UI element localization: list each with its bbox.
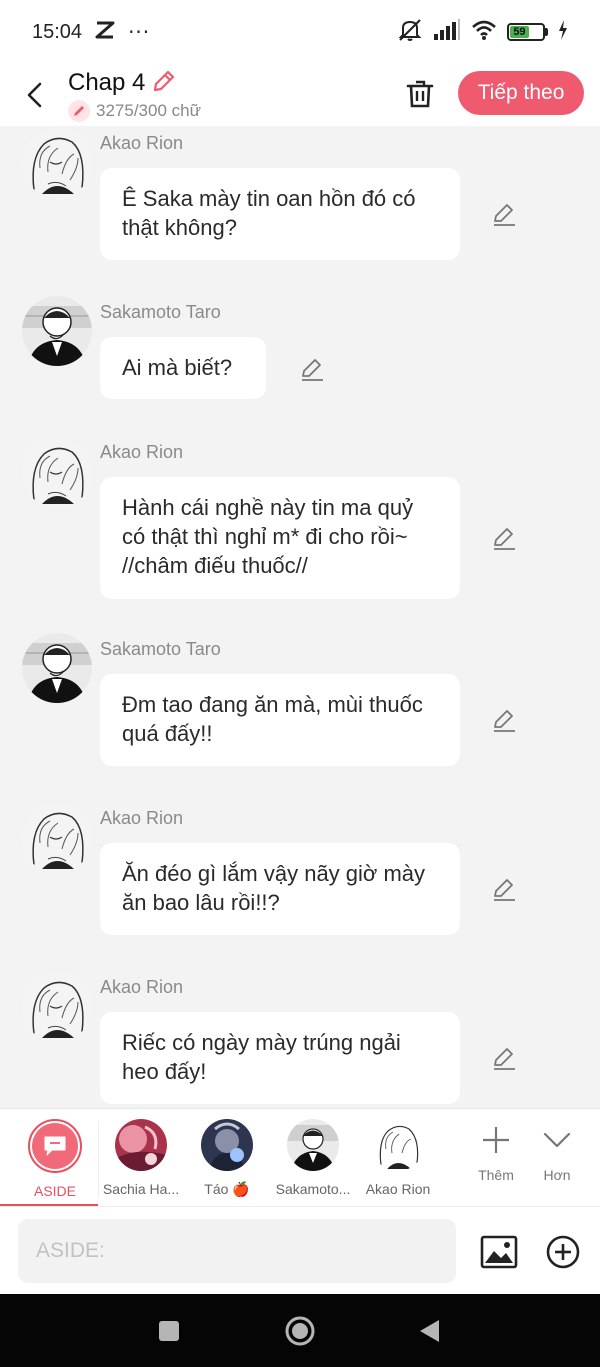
home-circle-icon — [285, 1316, 315, 1346]
header-title-block: Chap 4 3275/300 chữ — [68, 68, 201, 122]
status-time: 15:04 — [32, 20, 83, 43]
expand-button[interactable]: Hơn — [527, 1125, 587, 1183]
character-sakamoto[interactable]: Sakamoto... — [268, 1119, 358, 1197]
speech-bubble-icon — [44, 1136, 66, 1156]
home-button[interactable] — [283, 1314, 317, 1348]
add-character-button[interactable]: Thêm — [466, 1125, 526, 1183]
character-label: Sachia Ha... — [102, 1181, 180, 1197]
edit-message-icon[interactable] — [298, 355, 326, 383]
trash-icon — [406, 80, 434, 108]
sender-name: Sakamoto Taro — [100, 302, 221, 322]
expand-label: Hơn — [543, 1167, 571, 1183]
character-akao[interactable]: Akao Rion — [353, 1119, 443, 1197]
character-label: Akao Rion — [365, 1181, 431, 1197]
edit-message-icon[interactable] — [490, 1044, 518, 1072]
sender-name: Akao Rion — [100, 133, 184, 153]
message-bubble[interactable]: Đm tao đang ăn mà, mùi thuốc quá đấy!! — [100, 674, 460, 766]
avatar-rion[interactable] — [22, 803, 92, 873]
aside-avatar — [28, 1119, 82, 1173]
avatar-tao — [201, 1119, 253, 1171]
image-icon — [480, 1235, 518, 1269]
add-label: Thêm — [478, 1167, 514, 1183]
pencil-icon — [68, 100, 90, 122]
status-right: 59 — [397, 18, 568, 46]
edit-message-icon[interactable] — [490, 875, 518, 903]
character-sachia[interactable]: Sachia Ha... — [96, 1119, 186, 1197]
word-count: 3275/300 chữ — [96, 101, 201, 120]
charging-icon — [558, 20, 568, 44]
next-button[interactable]: Tiếp theo — [458, 71, 584, 115]
sender-name: Akao Rion — [100, 808, 184, 828]
chevron-down-icon — [543, 1132, 571, 1148]
sender-name: Akao Rion — [100, 442, 184, 462]
input-bar — [0, 1206, 600, 1294]
insert-image-button[interactable] — [478, 1231, 520, 1273]
message-input[interactable] — [18, 1219, 456, 1283]
back-nav-button[interactable] — [413, 1314, 447, 1348]
edit-title-icon[interactable] — [151, 68, 177, 98]
plus-icon — [483, 1127, 509, 1153]
double-x-icon — [94, 21, 116, 43]
avatar-taro[interactable] — [22, 633, 92, 703]
back-arrow-icon — [27, 82, 42, 108]
edit-message-icon[interactable] — [490, 524, 518, 552]
wifi-icon — [471, 19, 497, 45]
avatar-sachia — [115, 1119, 167, 1171]
character-label: ASIDE — [33, 1183, 76, 1199]
message-bubble[interactable]: Ăn đéo gì lắm vậy nãy giờ mày ăn bao lâu… — [100, 843, 460, 935]
character-tao[interactable]: Táo 🍎 — [182, 1119, 272, 1198]
battery-icon: 59 — [507, 23, 548, 41]
avatar-sakamoto — [287, 1119, 339, 1171]
add-more-button[interactable] — [542, 1231, 584, 1273]
avatar-akao — [372, 1119, 424, 1171]
status-dots: ··· — [128, 20, 151, 44]
system-nav-bar — [0, 1294, 600, 1367]
chat-list[interactable]: Akao Rion Ê Saka mày tin oan hồn đó có t… — [0, 126, 600, 1108]
character-aside[interactable]: ASIDE — [10, 1119, 100, 1199]
app-header: Chap 4 3275/300 chữ Tiếp theo — [0, 64, 600, 126]
square-icon — [159, 1321, 179, 1341]
message-bubble[interactable]: Hành cái nghề này tin ma quỷ có thật thì… — [100, 477, 460, 599]
character-label: Sakamoto... — [275, 1181, 351, 1197]
signal-icon — [433, 19, 461, 45]
message-bubble[interactable]: Riếc có ngày mày trúng ngải heo đấy! — [100, 1012, 460, 1104]
recent-apps-button[interactable] — [152, 1314, 186, 1348]
status-left: 15:04 ··· — [32, 20, 150, 44]
avatar-rion[interactable] — [22, 972, 92, 1042]
triangle-back-icon — [420, 1320, 439, 1342]
avatar-rion[interactable] — [22, 438, 92, 508]
delete-button[interactable] — [402, 76, 438, 112]
edit-message-icon[interactable] — [490, 706, 518, 734]
plus-circle-icon — [546, 1235, 580, 1269]
avatar-taro[interactable] — [22, 296, 92, 366]
message-bubble[interactable]: Ai mà biết? — [100, 337, 266, 399]
sender-name: Sakamoto Taro — [100, 639, 221, 659]
battery-level: 59 — [510, 26, 529, 38]
status-bar: 15:04 ··· 59 — [0, 0, 600, 64]
message-bubble[interactable]: Ê Saka mày tin oan hồn đó có thật không? — [100, 168, 460, 260]
character-selector: ASIDE Sachia Ha... Táo 🍎 Sakamoto... Aka… — [0, 1108, 600, 1207]
mute-bell-icon — [397, 18, 423, 46]
character-label: Táo 🍎 — [204, 1181, 250, 1197]
edit-message-icon[interactable] — [490, 200, 518, 228]
chapter-title: Chap 4 — [68, 69, 146, 96]
back-button[interactable] — [0, 64, 68, 126]
sender-name: Akao Rion — [100, 977, 184, 997]
avatar-rion[interactable] — [22, 128, 92, 198]
